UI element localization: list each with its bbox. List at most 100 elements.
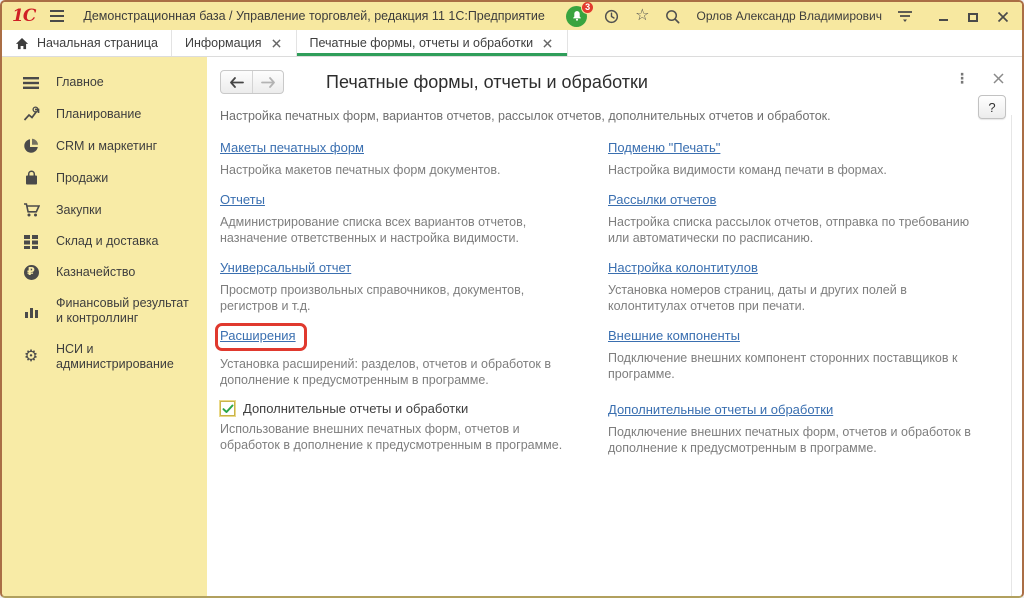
checkmark-icon: [222, 404, 234, 414]
list-item: Подменю "Печать" Настройка видимости ком…: [608, 139, 1000, 178]
item-description: Настройка макетов печатных форм документ…: [220, 162, 576, 178]
page-subtitle: Настройка печатных форм, вариантов отчет…: [220, 109, 998, 123]
close-icon: [543, 39, 552, 48]
more-icon[interactable]: ⋮: [955, 70, 969, 87]
tab-bar: Начальная страница Информация Печатные ф…: [2, 30, 1022, 57]
content-header: Печатные формы, отчеты и обработки: [220, 69, 998, 95]
sidebar-item-label: НСИ и администрирование: [56, 342, 199, 372]
tab-print-forms[interactable]: Печатные формы, отчеты и обработки: [297, 30, 569, 56]
list-item: Рассылки отчетов Настройка списка рассыл…: [608, 191, 1000, 246]
main-area: Главное Планирование CRM и маркетинг Про…: [2, 57, 1022, 596]
service-menu-icon[interactable]: [897, 9, 913, 23]
tab-home[interactable]: Начальная страница: [2, 30, 172, 56]
external-components-link[interactable]: Внешние компоненты: [608, 328, 740, 343]
tab-label: Печатные формы, отчеты и обработки: [310, 36, 534, 50]
print-submenu-link[interactable]: Подменю "Печать": [608, 140, 720, 155]
list-item: Дополнительные отчеты и обработки Подклю…: [608, 401, 1000, 456]
maximize-button[interactable]: [966, 9, 980, 23]
list-item: Настройка колонтитулов Установка номеров…: [608, 259, 1000, 314]
item-description: Просмотр произвольных справочников, доку…: [220, 282, 576, 314]
tab-close-button[interactable]: [270, 37, 283, 50]
help-button[interactable]: ?: [978, 95, 1006, 119]
item-description: Настройка видимости команд печати в форм…: [608, 162, 978, 178]
sidebar-item-label: Главное: [56, 75, 104, 90]
titlebar-actions: 3 ☆ Орлов Александр Владимирович: [566, 6, 1010, 27]
item-description: Установка расширений: разделов, отчетов …: [220, 356, 576, 388]
list-item: Отчеты Администрирование списка всех вар…: [220, 191, 598, 246]
sidebar-item-financial-result[interactable]: Финансовый результат и контроллинг: [2, 288, 207, 334]
minimize-icon: [939, 19, 948, 21]
page-title: Печатные формы, отчеты и обработки: [326, 72, 648, 93]
sections-sidebar: Главное Планирование CRM и маркетинг Про…: [2, 57, 207, 596]
item-description: Администрирование списка всех вариантов …: [220, 214, 576, 246]
content-panel: Печатные формы, отчеты и обработки ⋮ ? Н…: [207, 57, 1022, 596]
window-title: Демонстрационная база / Управление торго…: [83, 9, 545, 23]
sidebar-item-label: Финансовый результат и контроллинг: [56, 296, 199, 326]
sidebar-item-label: CRM и маркетинг: [56, 139, 157, 154]
additional-reports-checkbox[interactable]: [220, 401, 235, 416]
panel-actions: ⋮: [955, 70, 1004, 87]
app-window: 1С Демонстрационная база / Управление то…: [0, 0, 1024, 598]
minimize-button[interactable]: [936, 9, 950, 23]
main-menu-icon[interactable]: [47, 7, 67, 25]
close-window-button[interactable]: [996, 9, 1010, 23]
sidebar-item-sales[interactable]: Продажи: [2, 162, 207, 194]
tab-label: Информация: [185, 36, 262, 50]
planning-route-icon: [22, 106, 40, 122]
sidebar-item-main[interactable]: Главное: [2, 67, 207, 98]
extensions-link[interactable]: Расширения: [220, 328, 296, 343]
favorites-star-icon[interactable]: ☆: [635, 8, 649, 24]
search-icon[interactable]: [664, 8, 681, 25]
maximize-icon: [968, 13, 978, 22]
close-icon: [993, 73, 1004, 84]
home-icon: [15, 37, 29, 50]
universal-report-link[interactable]: Универсальный отчет: [220, 260, 351, 275]
item-description: Подключение внешних компонент сторонних …: [608, 350, 978, 382]
current-user[interactable]: Орлов Александр Владимирович: [696, 9, 882, 23]
item-description: Подключение внешних печатных форм, отчет…: [608, 424, 978, 456]
close-icon: [272, 39, 281, 48]
title-bar: 1С Демонстрационная база / Управление то…: [2, 2, 1022, 30]
item-description: Использование внешних печатных форм, отч…: [220, 421, 576, 453]
bag-icon: [22, 170, 40, 186]
sidebar-item-treasury[interactable]: ₽ Казначейство: [2, 257, 207, 288]
sidebar-item-crm[interactable]: CRM и маркетинг: [2, 130, 207, 162]
close-icon: [997, 11, 1009, 23]
additional-reports-link[interactable]: Дополнительные отчеты и обработки: [608, 402, 833, 417]
sidebar-item-label: Казначейство: [56, 265, 135, 280]
history-icon[interactable]: [603, 8, 620, 25]
forward-button[interactable]: [252, 71, 283, 93]
menu-lines-icon: [22, 77, 40, 89]
back-button[interactable]: [221, 71, 252, 93]
item-description: Установка номеров страниц, даты и других…: [608, 282, 978, 314]
report-mailings-link[interactable]: Рассылки отчетов: [608, 192, 716, 207]
list-item: Макеты печатных форм Настройка макетов п…: [220, 139, 598, 178]
window-controls: [936, 9, 1010, 23]
gear-icon: ⚙: [22, 349, 40, 365]
notifications-button[interactable]: 3: [566, 6, 588, 27]
item-description: Настройка списка рассылок отчетов, отпра…: [608, 214, 978, 246]
history-nav: [220, 70, 284, 94]
print-form-templates-link[interactable]: Макеты печатных форм: [220, 140, 364, 155]
bar-chart-icon: [22, 304, 40, 318]
sidebar-item-planning[interactable]: Планирование: [2, 98, 207, 130]
sidebar-item-label: Склад и доставка: [56, 234, 158, 249]
headers-footers-link[interactable]: Настройка колонтитулов: [608, 260, 758, 275]
sidebar-item-warehouse[interactable]: Склад и доставка: [2, 226, 207, 257]
checkbox-label: Дополнительные отчеты и обработки: [243, 401, 468, 416]
sidebar-item-administration[interactable]: ⚙ НСИ и администрирование: [2, 334, 207, 380]
list-item: Внешние компоненты Подключение внешних к…: [608, 327, 1000, 388]
1c-logo-icon: 1С: [12, 8, 35, 25]
settings-links: Макеты печатных форм Настройка макетов п…: [220, 139, 998, 469]
additional-reports-checkbox-row[interactable]: Дополнительные отчеты и обработки: [220, 401, 576, 416]
tab-label: Начальная страница: [37, 36, 158, 50]
notification-badge: 3: [581, 1, 594, 14]
close-panel-button[interactable]: [993, 73, 1004, 84]
reports-link[interactable]: Отчеты: [220, 192, 265, 207]
back-arrow-icon: [229, 77, 244, 88]
tab-information[interactable]: Информация: [172, 30, 297, 56]
sidebar-item-purchases[interactable]: Закупки: [2, 194, 207, 226]
sidebar-item-label: Закупки: [56, 203, 102, 218]
tab-close-button[interactable]: [541, 37, 554, 50]
cart-icon: [22, 202, 40, 218]
